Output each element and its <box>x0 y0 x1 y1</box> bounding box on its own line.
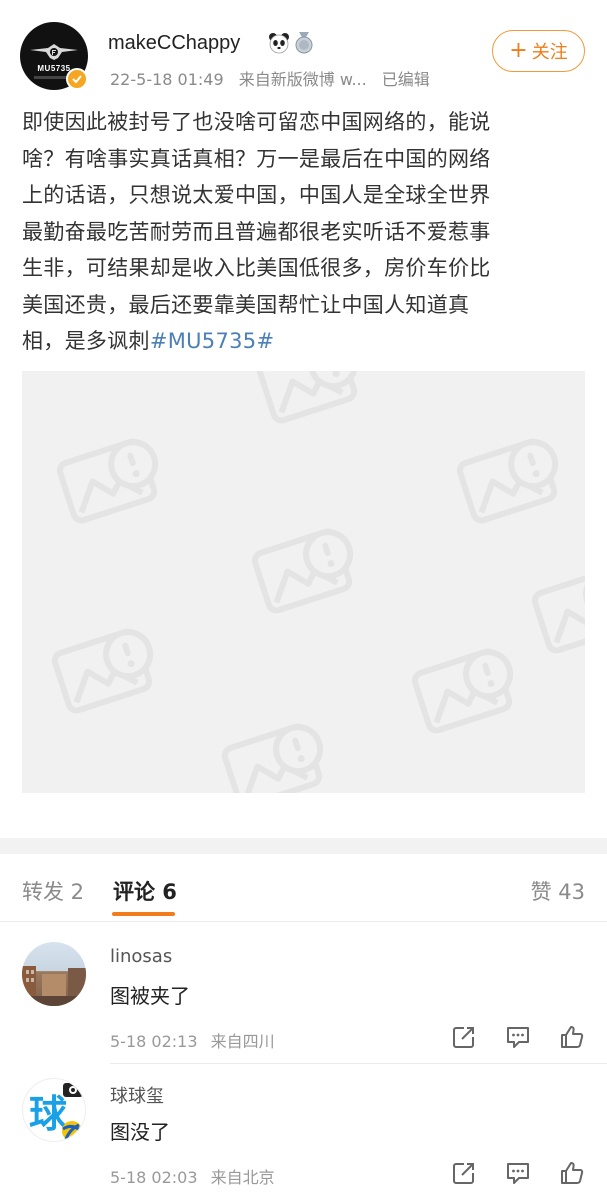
follow-button[interactable]: + 关注 <box>492 30 585 72</box>
like-icon[interactable] <box>559 1160 585 1186</box>
commenter-avatar[interactable]: 球 <box>22 1078 86 1142</box>
comment-meta: 5-18 02:03 来自北京 <box>110 1164 283 1188</box>
post-text-line: 美国还贵，最后还要靠美国帮忙让中国人知道真 <box>22 292 470 317</box>
comment-meta: 5-18 02:13 来自四川 <box>110 1028 283 1052</box>
ball-avatar-icon: 球 <box>29 1083 83 1141</box>
tab-comments[interactable]: 评论 6 <box>113 876 177 906</box>
post-header: MU5735 makeCChappy 22-5-18 01:49 来自新版微博 … <box>0 0 607 100</box>
commenter-name[interactable]: linosas <box>110 946 172 967</box>
comment-location: 来自四川 <box>210 1032 275 1051</box>
post-text-last: 相，是多讽刺 <box>22 329 150 353</box>
tab-repost[interactable]: 转发 2 <box>22 876 84 906</box>
comment-location: 来自北京 <box>210 1168 275 1187</box>
tab-likes[interactable]: 赞 43 <box>531 876 585 906</box>
comment-item: linosas 图被夹了 5-18 02:13 来自四川 <box>0 930 607 1064</box>
author-name[interactable]: makeCChappy <box>108 32 240 55</box>
post-text-line: 最勤奋最吃苦耐劳而且普遍都很老实听话不爱惹事 <box>22 219 491 244</box>
follow-button-label: 关注 <box>531 42 568 63</box>
comment-text: 图被夹了 <box>110 984 190 1008</box>
comment-actions <box>451 1024 585 1050</box>
post-meta: 22-5-18 01:49 来自新版微博 w... 已编辑 <box>110 66 440 90</box>
like-icon[interactable] <box>559 1024 585 1050</box>
active-tab-indicator <box>112 912 175 916</box>
commenter-avatar[interactable] <box>22 942 86 1006</box>
comment-actions <box>451 1160 585 1186</box>
comment-divider <box>110 1063 607 1064</box>
post-text: 即使因此被封号了也没啥可留恋中国网络的，能说 啥？有啥事实真话真相？万一是最后在… <box>22 104 594 360</box>
post-text-line: 生非，可结果却是收入比美国低很多，房价车价比 <box>22 256 491 280</box>
post-time: 22-5-18 01:49 <box>110 70 224 89</box>
comment-time: 5-18 02:13 <box>110 1032 198 1051</box>
post-text-line: 啥？有啥事实真话真相？万一是最后在中国的网络 <box>22 146 491 171</box>
share-icon[interactable] <box>451 1160 477 1186</box>
post-image-placeholder[interactable] <box>22 371 585 793</box>
post-text-line: 相，是多讽刺#MU5735# <box>22 323 594 360</box>
post-text-line: 上的话语，只想说太爱中国，中国人是全球全世界 <box>22 183 491 207</box>
post-text-line: 即使因此被封号了也没啥可留恋中国网络的，能说 <box>22 110 491 134</box>
verified-badge-icon <box>66 68 88 90</box>
comment-time: 5-18 02:03 <box>110 1168 198 1187</box>
comment-item: 球 球球玺 图没了 5-18 02:03 来自北京 <box>0 1066 607 1200</box>
share-icon[interactable] <box>451 1024 477 1050</box>
interaction-tabs: 转发 2 评论 6 赞 43 <box>0 854 607 922</box>
wing-logo-icon <box>30 44 78 60</box>
plus-icon: + <box>509 38 528 63</box>
medal-icon <box>295 32 313 54</box>
comment-icon[interactable] <box>505 1024 531 1050</box>
hashtag-link[interactable]: #MU5735# <box>150 329 275 353</box>
section-divider <box>0 838 607 854</box>
panda-icon <box>269 33 289 54</box>
building-photo-icon <box>22 966 86 1006</box>
post-source[interactable]: 来自新版微博 w... <box>239 70 367 89</box>
commenter-name[interactable]: 球球玺 <box>110 1082 164 1108</box>
post-edited-label[interactable]: 已编辑 <box>382 70 430 89</box>
comment-text: 图没了 <box>110 1120 170 1144</box>
comment-icon[interactable] <box>505 1160 531 1186</box>
image-broken-placeholder-icon <box>22 371 585 793</box>
